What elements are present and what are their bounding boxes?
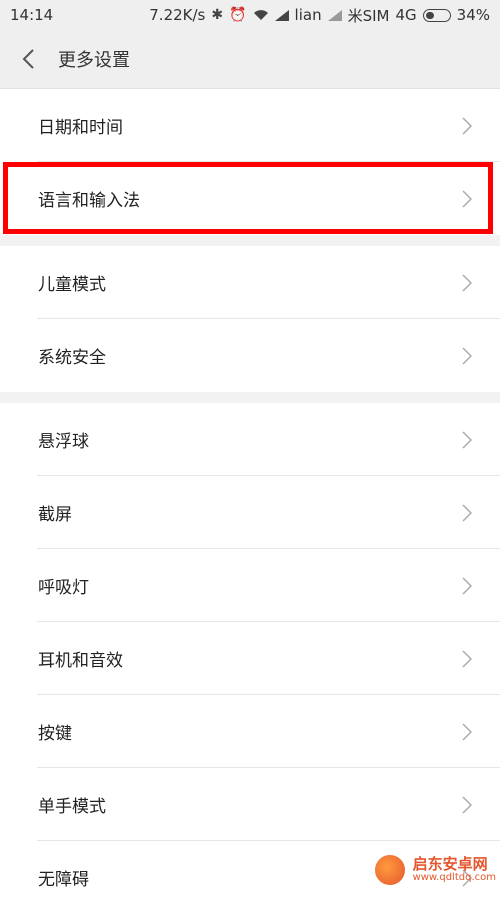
battery-icon — [422, 8, 451, 22]
battery-level — [425, 11, 435, 19]
settings-item-label: 截屏 — [38, 505, 72, 525]
network-type: 4G — [395, 6, 417, 24]
settings-item[interactable]: 无障碍 — [0, 841, 500, 914]
settings-group: 悬浮球截屏呼吸灯耳机和音效按键单手模式无障碍 — [0, 403, 500, 914]
battery-percent: 34% — [456, 6, 490, 24]
settings-item-label: 无障碍 — [38, 870, 89, 890]
chevron-right-icon — [462, 795, 472, 814]
status-time: 14:14 — [10, 6, 54, 24]
chevron-right-icon — [462, 649, 472, 668]
chevron-right-icon — [462, 346, 472, 365]
back-arrow-icon — [22, 49, 34, 69]
chevron-right-icon — [462, 116, 472, 135]
settings-item-label: 语言和输入法 — [38, 191, 140, 211]
status-icons: 7.22K/s ✱ ⏰ lian 米SIM 4G 34% — [149, 5, 490, 26]
settings-item-label: 按键 — [38, 724, 72, 744]
wifi-icon — [253, 9, 269, 21]
settings-group: 儿童模式 系统安全 — [0, 246, 500, 392]
chevron-right-icon — [462, 722, 472, 741]
title-bar: 更多设置 — [0, 30, 500, 89]
page-title: 更多设置 — [58, 50, 130, 71]
carrier-1: lian — [294, 6, 322, 24]
signal-icon-2 — [327, 9, 342, 21]
settings-item[interactable]: 日期和时间 — [0, 89, 500, 162]
settings-item[interactable]: 呼吸灯 — [0, 549, 500, 622]
settings-item-label: 呼吸灯 — [38, 578, 89, 598]
carrier-2: 米SIM — [347, 6, 390, 25]
settings-item-label: 系统安全 — [38, 348, 106, 368]
settings-item[interactable]: 儿童模式 — [0, 246, 500, 319]
settings-item[interactable]: 语言和输入法 — [0, 162, 500, 235]
status-bar: 14:14 7.22K/s ✱ ⏰ lian 米SIM 4G 34% — [0, 0, 500, 30]
settings-item[interactable]: 单手模式 — [0, 768, 500, 841]
settings-item-label: 耳机和音效 — [38, 651, 123, 671]
chevron-right-icon — [462, 576, 472, 595]
settings-item-label: 悬浮球 — [38, 432, 89, 452]
chevron-right-icon — [462, 189, 472, 208]
chevron-right-icon — [462, 503, 472, 522]
back-button[interactable] — [0, 30, 58, 88]
network-speed: 7.22K/s — [149, 6, 206, 24]
alarm-icon: ⏰ — [229, 7, 247, 23]
settings-item[interactable]: 耳机和音效 — [0, 622, 500, 695]
chevron-right-icon — [462, 868, 472, 887]
settings-group: 日期和时间语言和输入法 — [0, 89, 500, 235]
chevron-right-icon — [462, 273, 472, 292]
settings-item[interactable]: 按键 — [0, 695, 500, 768]
settings-item-label: 儿童模式 — [38, 275, 106, 295]
settings-item-label: 单手模式 — [38, 797, 106, 817]
settings-item-label: 日期和时间 — [38, 118, 123, 138]
settings-item[interactable]: 系统安全 — [0, 319, 500, 392]
signal-icon-1 — [274, 9, 289, 21]
settings-item[interactable]: 悬浮球 — [0, 403, 500, 476]
bluetooth-icon: ✱ — [211, 7, 224, 23]
chevron-right-icon — [462, 430, 472, 449]
settings-item[interactable]: 截屏 — [0, 476, 500, 549]
settings-list: 日期和时间语言和输入法 儿童模式系统安全悬浮球截屏呼吸灯耳机和音效按键单手模式无障… — [0, 89, 500, 914]
